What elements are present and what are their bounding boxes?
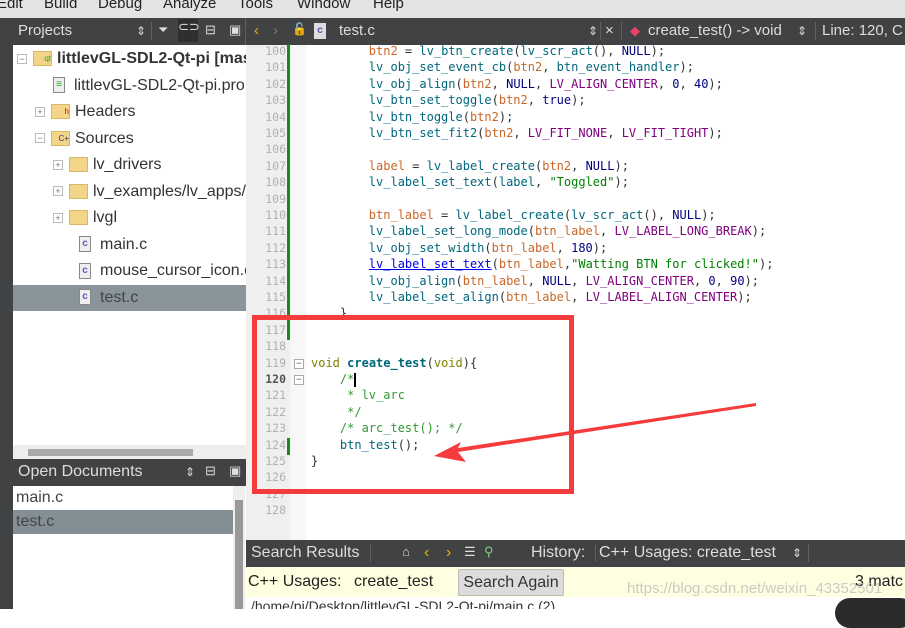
overlay-widget [835, 598, 905, 628]
watermark: https://blog.csdn.net/weixin_43352501 [627, 580, 883, 597]
annotation-arrow-icon [434, 403, 756, 462]
annotation-arrow [434, 403, 756, 462]
